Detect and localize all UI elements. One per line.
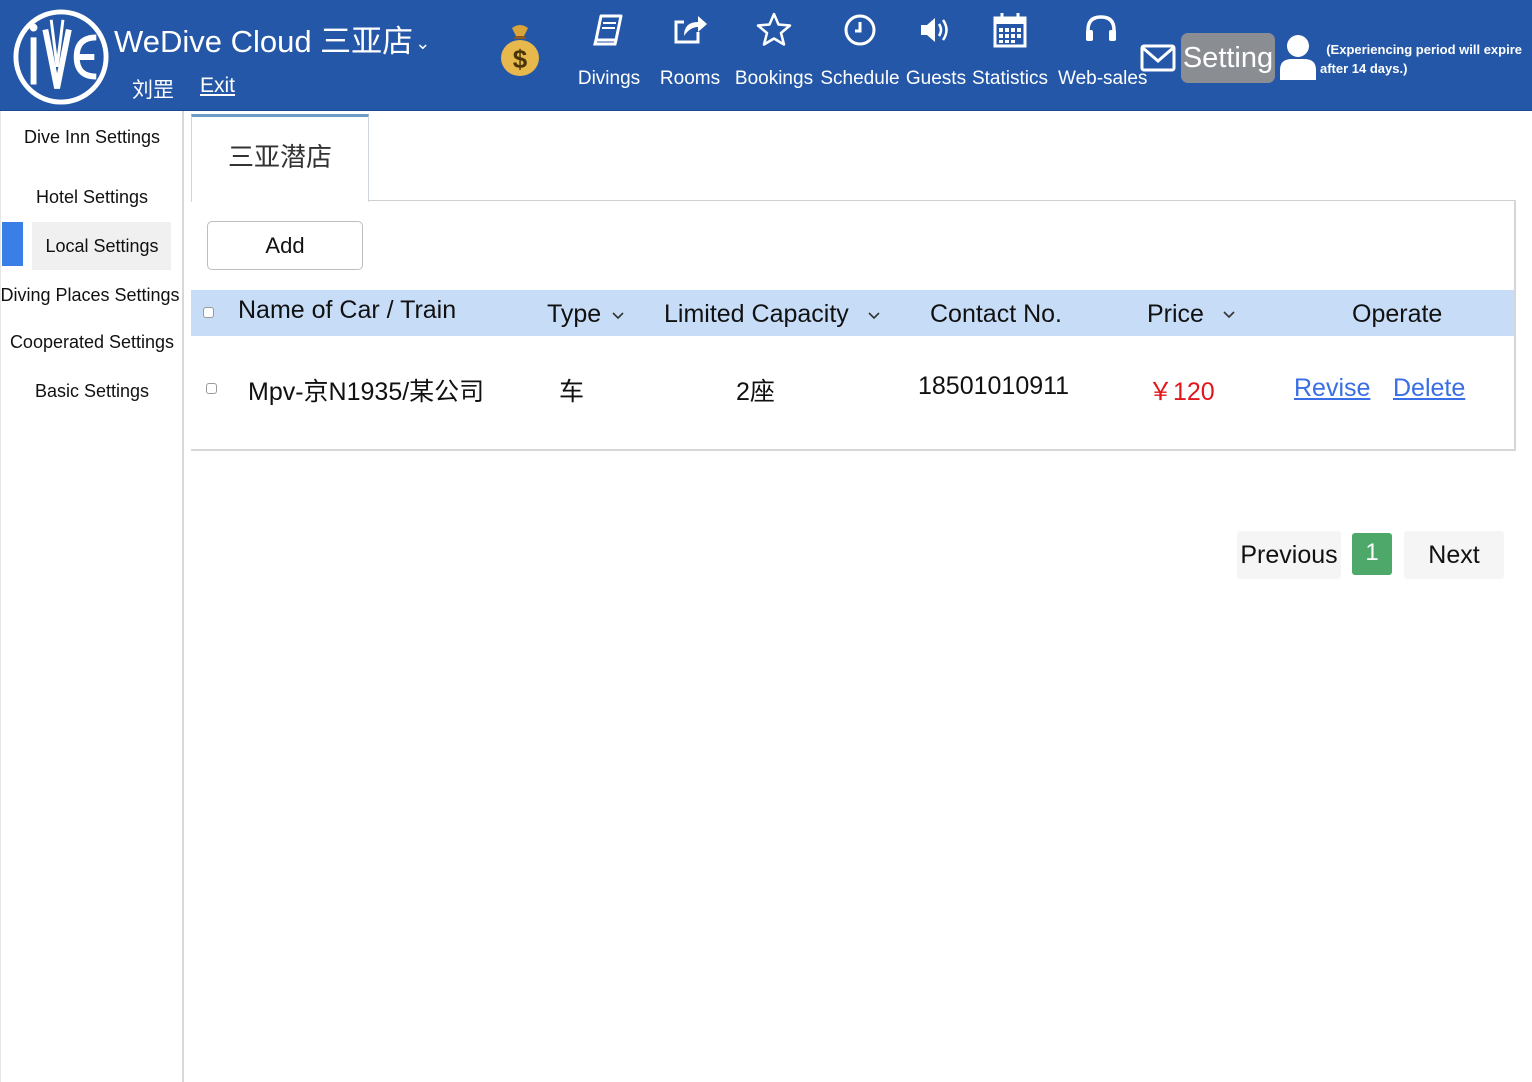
column-label: Limited Capacity	[664, 300, 849, 328]
column-header-price[interactable]: Price	[1147, 290, 1236, 336]
table-header: Name of Car / Train Type Limited Capacit…	[191, 290, 1514, 336]
star-icon	[756, 12, 792, 46]
column-label: Contact No.	[930, 300, 1063, 328]
nav-guests[interactable]: Guests	[904, 10, 968, 100]
nav-label: Bookings	[734, 68, 814, 89]
nav-label: Statistics	[971, 68, 1049, 89]
book-icon	[593, 14, 623, 46]
tab-divider	[369, 200, 1515, 201]
sidebar-item-diving-places-settings[interactable]: Diving Places Settings	[0, 285, 181, 306]
nav-label: Schedule	[820, 68, 900, 89]
nav-divings[interactable]: Divings	[574, 10, 644, 100]
row-checkbox[interactable]	[206, 383, 217, 394]
user-avatar-icon[interactable]	[1278, 32, 1318, 82]
next-page-button[interactable]: Next	[1404, 531, 1504, 579]
column-header-operate: Operate	[1352, 290, 1442, 336]
chevron-down-icon	[868, 312, 880, 320]
wedive-logo-icon	[13, 9, 109, 105]
column-header-name: Name of Car / Train	[238, 286, 456, 332]
clock-icon	[844, 14, 876, 46]
nav-statistics[interactable]: Statistics	[970, 10, 1050, 100]
setting-button[interactable]: Setting	[1181, 33, 1275, 83]
cell-price: ￥120	[1148, 378, 1215, 406]
share-icon	[674, 16, 707, 44]
money-bag-icon[interactable]: $	[498, 22, 542, 78]
panel-border-right	[1514, 200, 1516, 450]
user-name: 刘罡	[132, 79, 174, 102]
column-label: Price	[1147, 300, 1204, 328]
nav-schedule[interactable]: Schedule	[820, 10, 900, 100]
cell-capacity: 2座	[736, 378, 775, 406]
nav-label: Rooms	[659, 68, 721, 89]
column-label: Name of Car / Train	[238, 296, 457, 324]
settings-sidebar: Dive Inn Settings Hotel Settings Local S…	[0, 111, 184, 1082]
expiry-line-1: (Experiencing period will expire	[1326, 42, 1522, 57]
nav-label: Web-sales	[1058, 68, 1148, 89]
column-label: Type	[547, 300, 602, 328]
column-header-capacity[interactable]: Limited Capacity	[664, 290, 881, 336]
nav-rooms[interactable]: Rooms	[655, 10, 725, 100]
sidebar-item-cooperated-settings[interactable]: Cooperated Settings	[1, 332, 183, 353]
expiry-line-2: after 14 days.)	[1320, 61, 1408, 76]
top-header: WeDive Cloud 三亚店 ⌄ 刘罡 Exit $ Divings Room…	[0, 0, 1532, 111]
nav-label: Guests	[905, 68, 967, 89]
calendar-icon	[993, 13, 1027, 48]
trial-expiry-note: (Experiencing period will expire after 1…	[1320, 40, 1530, 78]
select-all-checkbox[interactable]	[203, 307, 214, 318]
nav-bookings[interactable]: Bookings	[732, 10, 816, 100]
chevron-down-icon	[1223, 311, 1235, 319]
chevron-down-icon: ⌄	[415, 33, 431, 54]
cell-type: 车	[559, 378, 585, 406]
add-button[interactable]: Add	[207, 221, 363, 270]
column-label: Operate	[1352, 300, 1443, 328]
revise-link[interactable]: Revise	[1294, 374, 1370, 403]
nav-web-sales[interactable]: Web-sales	[1058, 10, 1148, 100]
headset-icon	[1086, 15, 1116, 41]
sidebar-item-hotel-settings[interactable]: Hotel Settings	[1, 187, 183, 208]
column-header-type[interactable]: Type	[547, 290, 625, 336]
speaker-icon	[921, 18, 948, 42]
previous-page-button[interactable]: Previous	[1237, 531, 1341, 579]
brand-title: WeDive Cloud 三亚店	[114, 24, 414, 59]
nav-label: Divings	[577, 68, 641, 89]
delete-link[interactable]: Delete	[1393, 374, 1465, 403]
exit-link[interactable]: Exit	[200, 74, 235, 98]
chevron-down-icon	[612, 312, 624, 320]
cell-name: Mpv-京N1935/某公司	[248, 378, 485, 406]
mail-icon[interactable]	[1140, 40, 1176, 76]
brand-store-selector[interactable]: WeDive Cloud 三亚店 ⌄	[114, 16, 430, 61]
page-number-current[interactable]: 1	[1352, 533, 1392, 575]
tab-store[interactable]: 三亚潜店	[191, 114, 369, 202]
panel-border-bottom	[191, 449, 1516, 451]
column-header-contact: Contact No.	[930, 290, 1062, 336]
sidebar-item-basic-settings[interactable]: Basic Settings	[1, 381, 183, 402]
sidebar-item-dive-inn-settings[interactable]: Dive Inn Settings	[1, 127, 183, 148]
svg-text:$: $	[513, 44, 528, 74]
sidebar-item-local-settings[interactable]: Local Settings	[11, 236, 193, 257]
cell-contact: 18501010911	[918, 372, 1070, 400]
